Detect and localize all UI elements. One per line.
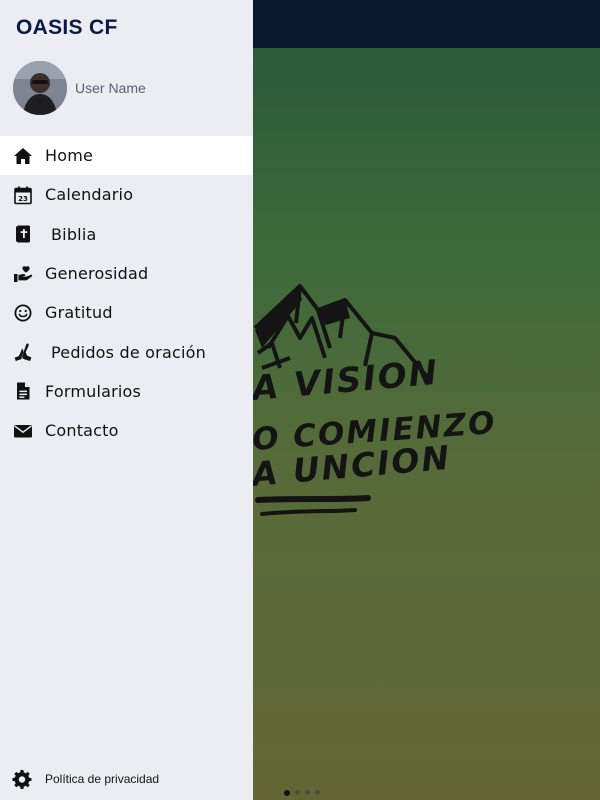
menu-item-label: Generosidad [45,264,149,284]
menu-item-label: Contacto [45,421,119,441]
app-title: OASIS CF [16,16,118,39]
home-icon [13,146,33,166]
page-dot[interactable] [295,790,300,795]
privacy-policy-label: Política de privacidad [45,772,160,786]
envelope-icon [13,421,33,441]
menu-item-label: Home [45,146,94,166]
user-avatar-image [13,61,67,115]
praying-hands-icon [13,342,33,362]
page-dot[interactable] [315,790,320,795]
menu-item-gratitud[interactable]: Gratitud [0,293,253,332]
drawer-menu: Home 23 Calendario Biblia Generosidad Gr… [0,136,253,450]
menu-item-calendario[interactable]: 23 Calendario [0,175,253,214]
smiley-icon [13,303,33,323]
bible-icon [13,224,33,244]
brush-underline [255,495,371,516]
menu-item-contacto[interactable]: Contacto [0,411,253,450]
user-profile[interactable]: User Name [13,61,146,115]
menu-item-label: Biblia [51,224,97,244]
menu-item-label: Gratitud [45,303,113,323]
gear-icon [12,769,32,789]
document-icon [13,381,33,401]
giving-hand-icon [13,264,33,284]
menu-item-formularios[interactable]: Formularios [0,372,253,411]
menu-item-generosidad[interactable]: Generosidad [0,254,253,293]
page-dot[interactable] [305,790,310,795]
page-indicator [284,789,320,796]
navigation-drawer: OASIS CF User Name Home 23 Calendario Bi… [0,0,253,800]
svg-text:23: 23 [18,195,28,203]
page-dot-active[interactable] [284,789,290,796]
calendar-icon: 23 [13,185,33,205]
menu-item-pedidos-de-oracion[interactable]: Pedidos de oración [0,332,253,371]
menu-item-home[interactable]: Home [0,136,253,176]
menu-item-label: Formularios [45,381,142,401]
user-name: User Name [75,80,146,96]
avatar[interactable] [13,61,67,115]
menu-item-biblia[interactable]: Biblia [0,215,253,254]
menu-item-label: Calendario [45,185,134,205]
privacy-policy-link[interactable]: Política de privacidad [12,769,159,789]
menu-item-label: Pedidos de oración [51,342,206,362]
